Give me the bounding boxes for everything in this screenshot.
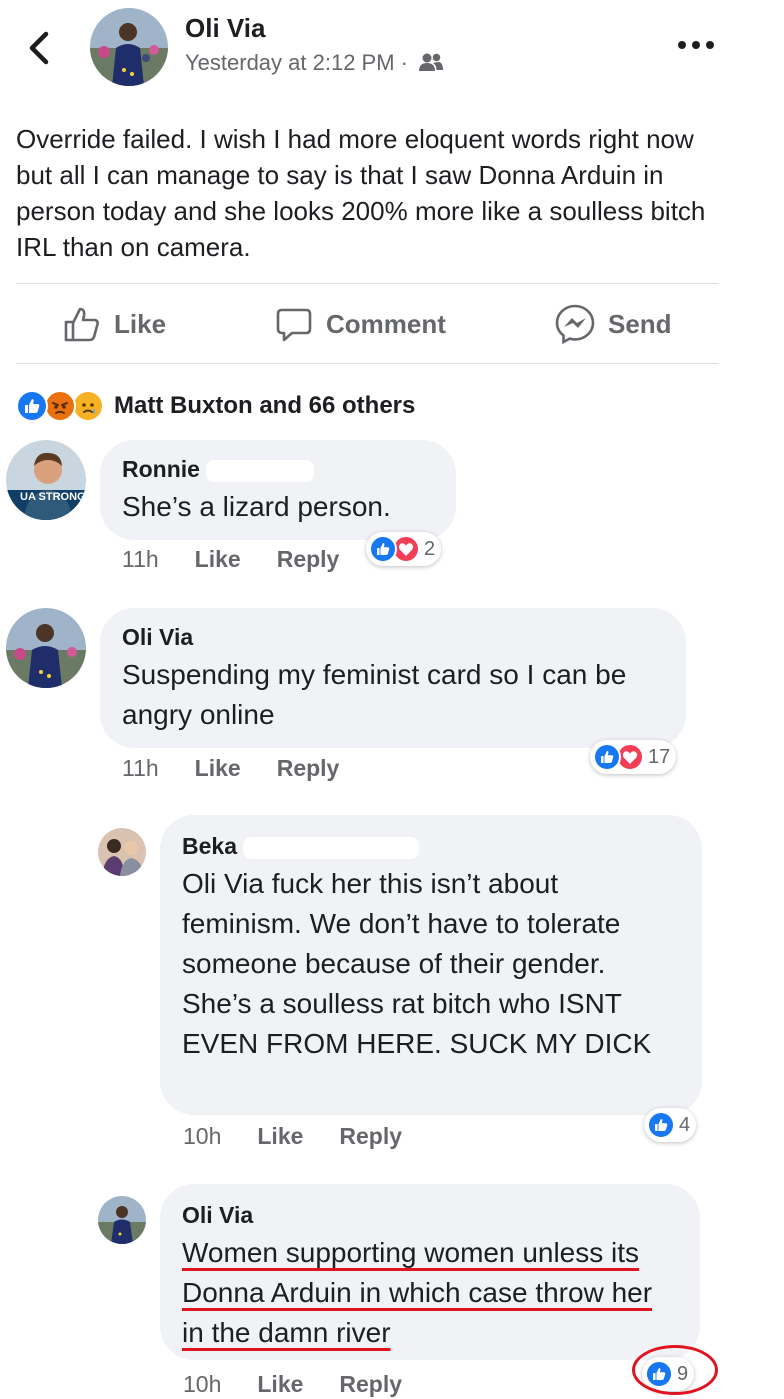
comment-reactions-badge[interactable]: 2 bbox=[366, 532, 442, 566]
comment-author[interactable]: Ronnie bbox=[122, 456, 434, 483]
comment-meta: 10h Like Reply bbox=[183, 1371, 402, 1398]
like-button[interactable]: Like bbox=[62, 300, 166, 348]
comment-label: Comment bbox=[326, 308, 446, 339]
comment-time: 11h bbox=[122, 546, 159, 572]
comment-reply-button[interactable]: Reply bbox=[277, 546, 340, 573]
comment-meta: 10h Like Reply bbox=[183, 1123, 402, 1150]
commenter-avatar[interactable]: UA STRONG bbox=[6, 440, 86, 520]
reaction-count: 17 bbox=[648, 745, 671, 768]
reactions-summary-text: Matt Buxton and 66 others bbox=[114, 392, 416, 419]
avatar-badge-text: UA STRONG bbox=[20, 491, 86, 503]
post-timestamp: Yesterday at 2:12 PM · bbox=[185, 50, 444, 76]
post-author-name[interactable]: Oli Via bbox=[185, 13, 265, 44]
comment-meta: 11h Like Reply bbox=[122, 755, 339, 782]
comment-icon bbox=[276, 308, 312, 342]
comment-text: Oli Via fuck her this isn’t about femini… bbox=[182, 868, 652, 1059]
divider-bottom bbox=[16, 363, 718, 364]
comment-author[interactable]: Beka bbox=[182, 833, 680, 860]
comment-bubble[interactable]: Ronnie She’s a lizard person. bbox=[100, 440, 456, 540]
divider-top bbox=[16, 283, 718, 284]
commenter-avatar[interactable] bbox=[98, 1196, 146, 1244]
like-label: Like bbox=[114, 308, 167, 339]
comment-reactions-badge[interactable]: 4 bbox=[644, 1108, 697, 1142]
reaction-count: 2 bbox=[424, 537, 436, 560]
comment-reply-button[interactable]: Reply bbox=[339, 1371, 402, 1398]
sad-reaction-icon bbox=[72, 390, 104, 422]
comment-bubble[interactable]: Beka Oli Via fuck her this isn’t about f… bbox=[160, 815, 702, 1115]
author-name-text: Beka bbox=[182, 833, 237, 859]
comment-author[interactable]: Oli Via bbox=[122, 624, 664, 651]
comment-like-button[interactable]: Like bbox=[257, 1371, 303, 1398]
comment-time: 11h bbox=[122, 755, 159, 781]
redaction-mark bbox=[243, 836, 420, 859]
comment-time: 10h bbox=[183, 1123, 222, 1149]
author-avatar[interactable] bbox=[90, 8, 168, 86]
commenter-avatar[interactable] bbox=[98, 828, 146, 876]
comment-reply-button[interactable]: Reply bbox=[277, 755, 340, 782]
like-reaction-icon bbox=[16, 390, 48, 422]
comment-author[interactable]: Oli Via bbox=[182, 1202, 678, 1229]
like-reaction-icon bbox=[369, 535, 397, 563]
comment-like-button[interactable]: Like bbox=[195, 546, 241, 573]
reaction-count: 4 bbox=[679, 1113, 691, 1136]
comment-text: Women supporting women unless its Donna … bbox=[182, 1237, 653, 1348]
redaction-mark bbox=[206, 459, 315, 482]
like-icon bbox=[64, 307, 99, 342]
comment-bubble[interactable]: Oli Via Women supporting women unless it… bbox=[160, 1184, 700, 1360]
comment-reactions-badge[interactable]: 17 bbox=[590, 740, 677, 774]
comment-button[interactable]: Comment bbox=[274, 300, 446, 348]
messenger-icon bbox=[555, 304, 595, 345]
comment-time: 10h bbox=[183, 1371, 222, 1397]
comment-reply-button[interactable]: Reply bbox=[339, 1123, 402, 1150]
like-reaction-icon bbox=[647, 1111, 675, 1139]
comment-meta: 11h Like Reply bbox=[122, 546, 339, 573]
send-label: Send bbox=[608, 308, 672, 339]
comment-bubble[interactable]: Oli Via Suspending my feminist card so I… bbox=[100, 608, 686, 748]
send-button[interactable]: Send bbox=[554, 300, 672, 348]
comment-like-button[interactable]: Like bbox=[257, 1123, 303, 1150]
timestamp-text: Yesterday at 2:12 PM · bbox=[185, 50, 408, 75]
back-arrow-icon[interactable] bbox=[22, 28, 56, 68]
comment-text: Suspending my feminist card so I can be … bbox=[122, 659, 627, 730]
like-reaction-icon bbox=[593, 743, 621, 771]
friends-icon bbox=[419, 53, 444, 71]
commenter-avatar[interactable] bbox=[6, 608, 86, 688]
reactions-summary[interactable]: Matt Buxton and 66 others bbox=[16, 386, 415, 426]
more-options-icon[interactable] bbox=[676, 33, 716, 57]
comment-text: She’s a lizard person. bbox=[122, 491, 391, 522]
post-text: Override failed. I wish I had more eloqu… bbox=[16, 124, 706, 262]
comment-like-button[interactable]: Like bbox=[195, 755, 241, 782]
author-name-text: Ronnie bbox=[122, 456, 200, 482]
angry-reaction-icon bbox=[44, 390, 76, 422]
red-circle-annotation bbox=[632, 1345, 718, 1395]
